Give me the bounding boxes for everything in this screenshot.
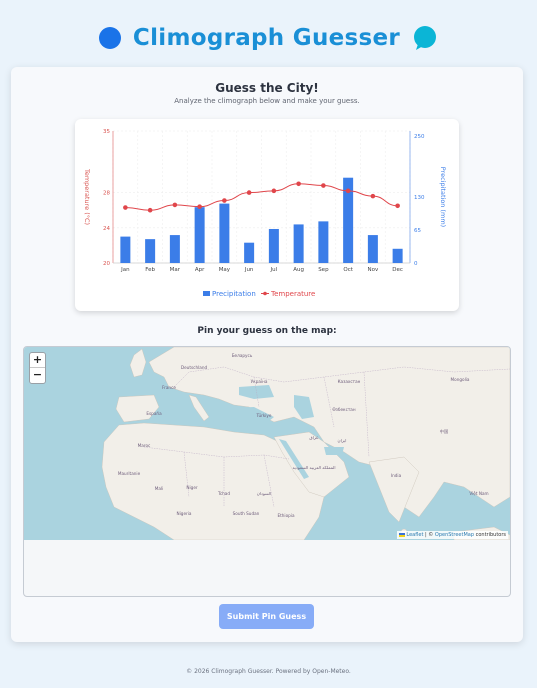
legend-precipitation-swatch	[203, 291, 210, 296]
map-label-india: India	[391, 473, 402, 478]
map-label-espana: España	[146, 411, 162, 416]
y-left-tick-label: 28	[103, 191, 110, 197]
y-right-tick-label: 65	[414, 228, 421, 234]
y-right-axis-label: Precipitation (mm)	[439, 167, 447, 227]
temperature-point	[197, 204, 202, 209]
leaflet-link[interactable]: Leaflet	[406, 532, 423, 538]
map-label-belarus: Беларусь	[232, 353, 253, 358]
attribution-sep: | ©	[423, 532, 435, 538]
map-label-turkiye: Türkiye	[255, 413, 271, 418]
precipitation-bar	[244, 242, 255, 263]
y-left-axis-label: Temperature (°C)	[83, 168, 91, 225]
map-label: Pin your guess on the map:	[197, 326, 337, 336]
ukraine-flag-icon	[399, 532, 406, 537]
map-label-south-sudan: South Sudan	[233, 511, 260, 516]
map-label-china: 中国	[440, 428, 448, 435]
submit-pin-guess-button[interactable]: Submit Pin Guess	[219, 604, 314, 629]
climograph-chart: 20 24 28 35 0 65 130 250 Temperature (°C) Precipi…	[75, 119, 459, 311]
map-label-kazakhstan: Казахстан	[338, 379, 361, 384]
map-container[interactable]: Deutschland Беларусь France Україна Espa…	[23, 346, 511, 597]
temperature-point	[321, 183, 326, 188]
map-label-niger: Niger	[186, 485, 198, 490]
map-label-tchad: Tchad	[217, 491, 230, 496]
map-label-vietnam: Việt Nam	[469, 491, 488, 496]
app-title: Climograph Guesser	[132, 25, 401, 51]
temperature-point	[172, 202, 178, 208]
map-label-nigeria: Nigeria	[177, 511, 192, 516]
attribution-rest: contributors	[474, 532, 506, 538]
x-tick-label: Apr	[195, 267, 205, 273]
temperature-point	[123, 205, 128, 210]
map-label-ethiopia: Ethiopia	[277, 513, 294, 518]
precipitation-bar	[145, 239, 156, 263]
card-title: Guess the City!	[215, 81, 319, 95]
x-tick-label: Nov	[368, 267, 379, 273]
map-label-deutschland: Deutschland	[181, 365, 208, 370]
climograph-svg: 20 24 28 35 0 65 130 250 Temperature (°C) Precipi…	[83, 129, 447, 298]
y-right-tick-label: 130	[414, 195, 425, 201]
precipitation-bar	[318, 221, 329, 263]
zoom-control: + −	[29, 352, 46, 384]
precipitation-bar	[194, 207, 205, 263]
speech-bubble-icon	[414, 26, 437, 50]
y-left-tick-label: 35	[103, 129, 110, 135]
precipitation-bar	[219, 203, 230, 263]
precipitation-bar	[367, 235, 378, 263]
x-tick-label: Sep	[318, 267, 329, 273]
precipitation-bar	[169, 235, 180, 263]
map-label-france: France	[162, 385, 176, 390]
blue-circle-icon	[98, 27, 121, 49]
zoom-in-button[interactable]: +	[30, 353, 45, 368]
legend-temperature-label: Temperature	[270, 290, 315, 298]
osm-link[interactable]: OpenStreetMap	[435, 532, 474, 538]
x-tick-label: Oct	[343, 267, 353, 273]
precipitation-bar	[268, 228, 279, 263]
temperature-point	[222, 198, 227, 203]
map-label-uzbekistan: Өзбекстан	[332, 407, 356, 412]
x-tick-label: Aug	[293, 267, 304, 273]
zoom-out-button[interactable]: −	[30, 368, 45, 383]
temperature-point	[147, 207, 153, 213]
map-label-iraq: عراق	[309, 435, 319, 440]
footer-text: © 2026 Climograph Guesser. Powered by Op…	[186, 668, 351, 675]
temperature-point	[395, 203, 400, 209]
x-tick-label: Feb	[145, 267, 155, 273]
map-label-maroc: Maroc	[138, 443, 151, 448]
x-tick-label: Mar	[170, 267, 181, 273]
temperature-point	[370, 193, 376, 199]
card-subtitle: Analyze the climograph below and make yo…	[174, 97, 360, 105]
temperature-point	[345, 188, 351, 194]
y-right-tick-label: 0	[414, 261, 418, 267]
temperature-point	[296, 181, 301, 187]
map-attribution: Leaflet | © OpenStreetMap contributors	[397, 531, 508, 539]
y-left-tick-label: 20	[103, 261, 110, 267]
x-tick-label: Dec	[392, 267, 403, 273]
game-card: Guess the City! Analyze the climograph b…	[11, 67, 523, 642]
legend-temperature-marker	[263, 291, 267, 296]
map-label-ukraine: Україна	[251, 379, 268, 384]
map-label-iran: ایران	[338, 438, 347, 443]
x-tick-label: Jun	[244, 267, 254, 273]
precipitation-bar	[120, 236, 131, 263]
x-tick-label: Jan	[120, 267, 130, 273]
temperature-point	[246, 190, 252, 195]
map-label-sudan: السودان	[257, 491, 271, 496]
map-label-mali: Mali	[155, 486, 164, 491]
precipitation-bar	[293, 224, 304, 263]
map-label-mongolia: Mongolia	[451, 377, 470, 382]
temperature-point	[271, 188, 277, 194]
map-label-mauritanie: Mauritanie	[118, 471, 141, 476]
y-right-tick-label: 250	[414, 134, 425, 140]
app-header: Climograph Guesser	[0, 20, 537, 56]
y-left-tick-label: 24	[103, 226, 110, 232]
map-label-saudi: المملكة العربية السعودية	[293, 465, 336, 470]
x-tick-label: Jul	[270, 267, 278, 273]
precipitation-bar	[392, 248, 403, 263]
x-tick-label: May	[219, 267, 231, 273]
legend-precipitation-label: Precipitation	[212, 290, 256, 298]
map-land-svg: Deutschland Беларусь France Україна Espa…	[101, 347, 510, 540]
world-map[interactable]: Deutschland Беларусь France Україна Espa…	[24, 347, 510, 540]
